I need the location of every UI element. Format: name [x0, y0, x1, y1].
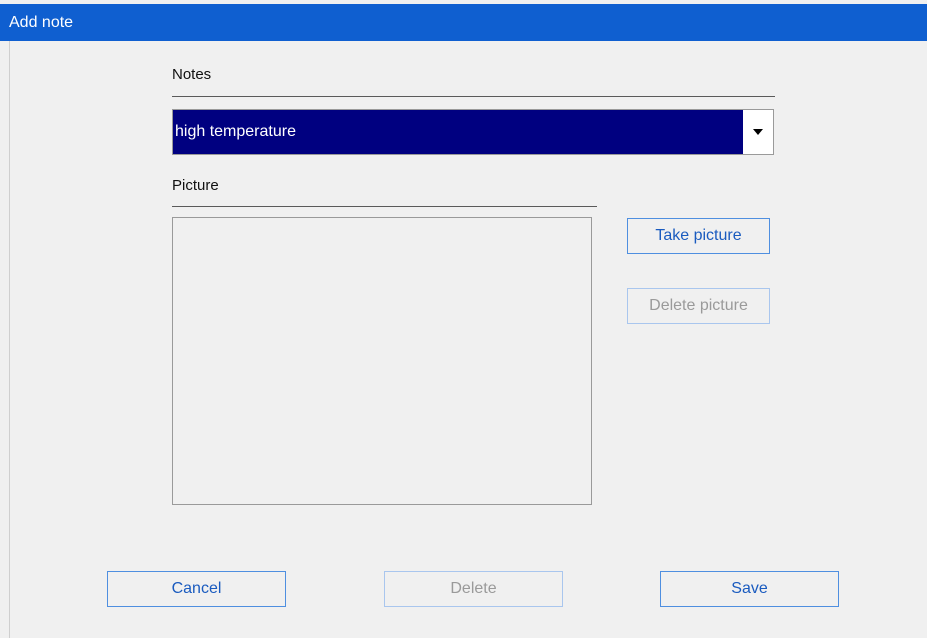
add-note-dialog: Add note Notes high temperature Picture …	[0, 0, 927, 638]
picture-divider	[172, 206, 597, 207]
picture-label: Picture	[172, 177, 219, 194]
window-title: Add note	[9, 14, 74, 31]
title-bar: Add note	[0, 4, 927, 41]
delete-button[interactable]: Delete	[384, 571, 563, 607]
notes-dropdown[interactable]: high temperature	[172, 109, 774, 155]
take-picture-button[interactable]: Take picture	[627, 218, 770, 254]
picture-preview	[172, 217, 592, 505]
cancel-button[interactable]: Cancel	[107, 571, 286, 607]
notes-label: Notes	[172, 66, 212, 83]
chevron-down-icon[interactable]	[743, 110, 773, 154]
save-button[interactable]: Save	[660, 571, 839, 607]
notes-selected-value[interactable]: high temperature	[173, 110, 743, 154]
window-left-border	[9, 41, 10, 638]
notes-divider	[172, 96, 775, 97]
delete-picture-button[interactable]: Delete picture	[627, 288, 770, 324]
